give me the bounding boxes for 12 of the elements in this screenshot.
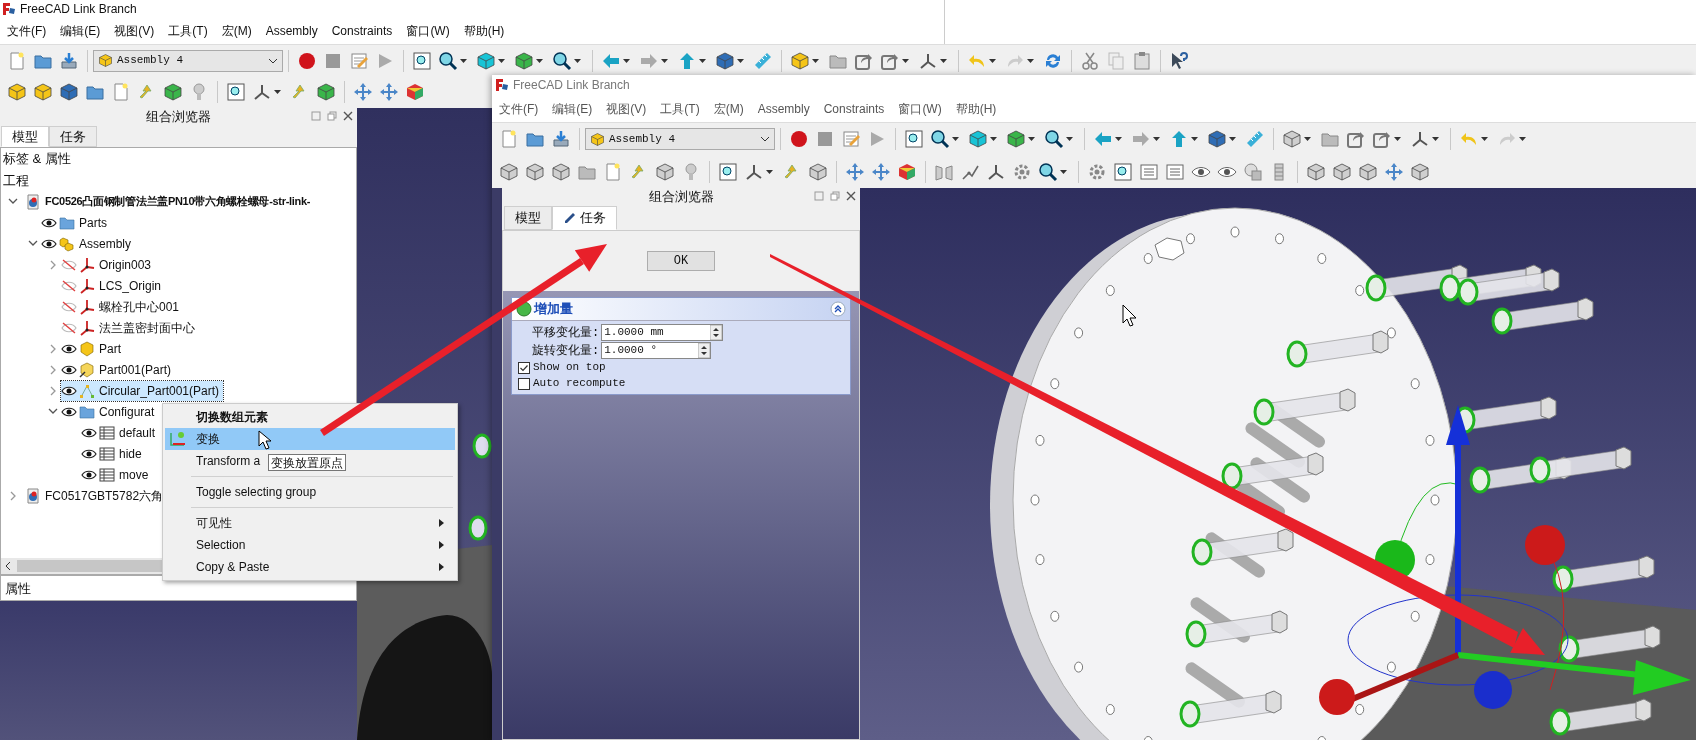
checkbox-label: Show on top [533, 360, 606, 376]
field-label: 旋转变化量: [532, 342, 600, 360]
column-header: 标签 & 属性 [2, 150, 72, 169]
window-title: FreeCAD Link Branch [513, 77, 630, 94]
task-box-title: 增加量 [534, 300, 573, 319]
tooltip: 变换放置原点 [268, 454, 346, 471]
field-label: 平移变化量: [532, 324, 600, 342]
panel-title: 组合浏览器 [146, 108, 211, 127]
checkbox-label: Auto recompute [533, 376, 626, 392]
tree-root-label: 工程 [2, 171, 30, 190]
window-title: FreeCAD Link Branch [20, 1, 137, 18]
panel-title: 组合浏览器 [648, 188, 714, 207]
